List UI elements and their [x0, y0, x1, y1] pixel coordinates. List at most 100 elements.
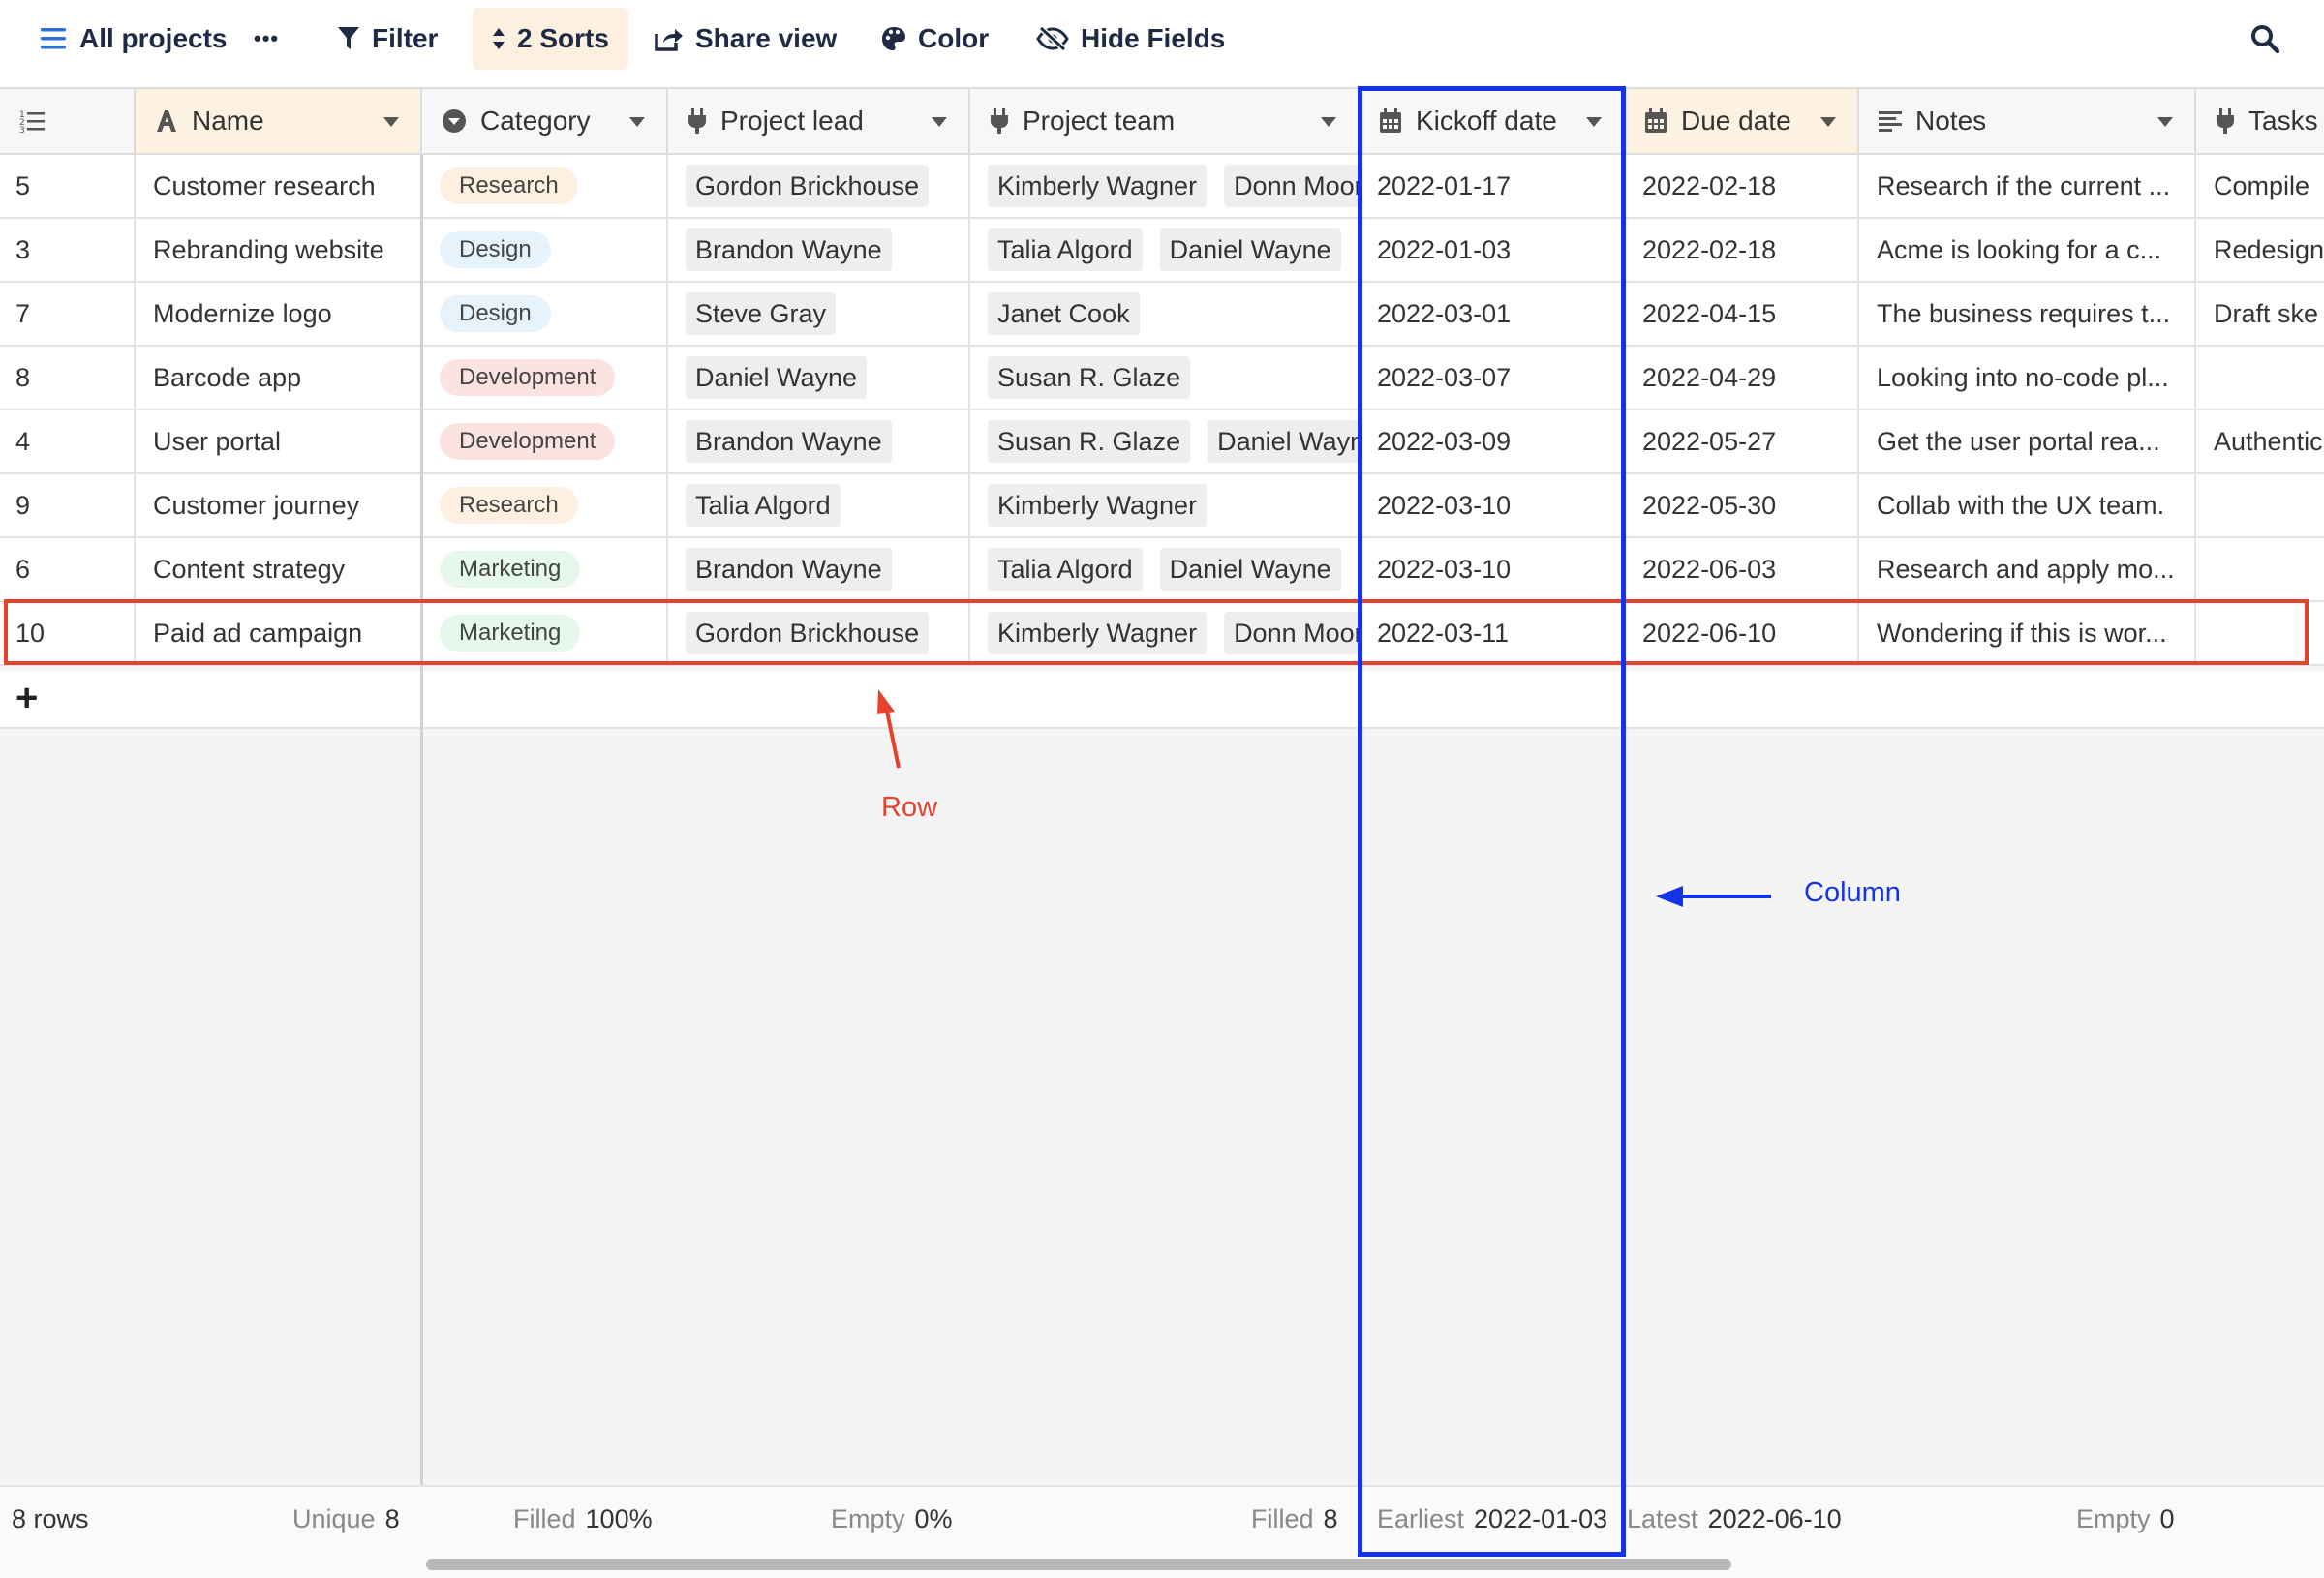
chevron-down-icon[interactable]	[1321, 117, 1336, 127]
column-header-name[interactable]: Name	[136, 89, 422, 153]
linked-record-chip[interactable]: Kimberly Wagner	[988, 484, 1208, 527]
linked-record-chip[interactable]: Susan R. Glaze	[988, 356, 1191, 399]
cell-notes[interactable]: Get the user portal rea...	[1859, 410, 2196, 472]
more-icon[interactable]: •••	[254, 8, 279, 70]
cell-lead[interactable]: Gordon Brickhouse	[668, 155, 970, 217]
linked-record-chip[interactable]: Brandon Wayne	[686, 228, 892, 271]
cell-name[interactable]: Customer journey	[136, 474, 422, 536]
summary-project-lead[interactable]: Empty 0%	[831, 1504, 953, 1534]
cell-due[interactable]: 2022-02-18	[1625, 155, 1859, 217]
cell-lead[interactable]: Talia Algord	[668, 474, 970, 536]
cell-notes[interactable]: Research if the current ...	[1859, 155, 2196, 217]
cell-category[interactable]: Research	[422, 155, 668, 217]
summary-category[interactable]: Filled 100%	[513, 1504, 653, 1534]
column-header-category[interactable]: Category	[422, 89, 668, 153]
share-view-button[interactable]: Share view	[655, 8, 837, 70]
column-header-due-date[interactable]: Due date	[1625, 89, 1859, 153]
cell-num[interactable]: 3	[0, 219, 136, 281]
cell-num[interactable]: 7	[0, 283, 136, 345]
linked-record-chip[interactable]: Brandon Wayne	[686, 548, 892, 591]
cell-tasks[interactable]: Compile	[2196, 155, 2324, 217]
chevron-down-icon[interactable]	[629, 117, 645, 127]
cell-team[interactable]: Kimberly Wagner	[970, 474, 1360, 536]
column-header-project-lead[interactable]: Project lead	[668, 89, 970, 153]
cell-due[interactable]: 2022-04-15	[1625, 283, 1859, 345]
cell-num[interactable]: 6	[0, 538, 136, 600]
color-button[interactable]: Color	[881, 8, 989, 70]
cell-name[interactable]: Content strategy	[136, 538, 422, 600]
cell-due[interactable]: 2022-02-18	[1625, 219, 1859, 281]
cell-category[interactable]: Marketing	[422, 538, 668, 600]
cell-notes[interactable]: Collab with the UX team.	[1859, 474, 2196, 536]
linked-record-chip[interactable]: Daniel Wayne	[1159, 548, 1341, 591]
table-row[interactable]: 7 Modernize logo Design Steve Gray Janet Coo…	[0, 283, 2324, 347]
table-row[interactable]: 4 User portal Development Brandon Wayne Susa…	[0, 410, 2324, 474]
cell-team[interactable]: Susan R. Glaze Daniel Wayne	[970, 410, 1360, 472]
cell-category[interactable]: Design	[422, 219, 668, 281]
summary-project-team[interactable]: Filled 8	[1251, 1504, 1338, 1534]
cell-due[interactable]: 2022-05-30	[1625, 474, 1859, 536]
cell-name[interactable]: Modernize logo	[136, 283, 422, 345]
cell-tasks[interactable]	[2196, 474, 2324, 536]
horizontal-scrollbar[interactable]	[426, 1559, 1731, 1570]
cell-team[interactable]: Kimberly Wagner Donn Moore	[970, 155, 1360, 217]
cell-category[interactable]: Design	[422, 283, 668, 345]
column-header-tasks[interactable]: Tasks	[2196, 89, 2324, 153]
column-header-project-team[interactable]: Project team	[970, 89, 1360, 153]
cell-tasks[interactable]	[2196, 538, 2324, 600]
cell-due[interactable]: 2022-06-03	[1625, 538, 1859, 600]
cell-name[interactable]: User portal	[136, 410, 422, 472]
linked-record-chip[interactable]: Susan R. Glaze	[988, 420, 1191, 463]
table-row[interactable]: 8 Barcode app Development Daniel Wayne Susan…	[0, 347, 2324, 410]
cell-notes[interactable]: Acme is looking for a c...	[1859, 219, 2196, 281]
cell-category[interactable]: Research	[422, 474, 668, 536]
frozen-column-divider[interactable]	[420, 155, 423, 1578]
chevron-down-icon[interactable]	[2157, 117, 2173, 127]
summary-notes[interactable]: Empty 0	[2076, 1504, 2175, 1534]
cell-lead[interactable]: Brandon Wayne	[668, 410, 970, 472]
cell-category[interactable]: Development	[422, 410, 668, 472]
linked-record-chip[interactable]: Daniel Wayne	[1208, 420, 1358, 463]
cell-num[interactable]: 4	[0, 410, 136, 472]
cell-name[interactable]: Barcode app	[136, 347, 422, 409]
cell-category[interactable]: Development	[422, 347, 668, 409]
table-row[interactable]: 6 Content strategy Marketing Brandon Wayne T…	[0, 538, 2324, 602]
cell-due[interactable]: 2022-05-27	[1625, 410, 1859, 472]
linked-record-chip[interactable]: Talia Algord	[988, 548, 1143, 591]
chevron-down-icon[interactable]	[1820, 117, 1836, 127]
cell-num[interactable]: 8	[0, 347, 136, 409]
cell-lead[interactable]: Brandon Wayne	[668, 538, 970, 600]
view-switcher[interactable]: All projects	[41, 8, 227, 70]
cell-notes[interactable]: The business requires t...	[1859, 283, 2196, 345]
cell-due[interactable]: 2022-04-29	[1625, 347, 1859, 409]
cell-num[interactable]: 5	[0, 155, 136, 217]
summary-name[interactable]: Unique 8	[292, 1504, 400, 1534]
cell-name[interactable]: Rebranding website	[136, 219, 422, 281]
linked-record-chip[interactable]: Janet Cook	[988, 292, 1140, 335]
linked-record-chip[interactable]: Daniel Wayne	[1159, 228, 1341, 271]
table-row[interactable]: 9 Customer journey Research Talia Algord Kim…	[0, 474, 2324, 538]
chevron-down-icon[interactable]	[383, 117, 399, 127]
linked-record-chip[interactable]: Brandon Wayne	[686, 420, 892, 463]
linked-record-chip[interactable]: Steve Gray	[686, 292, 837, 335]
plus-icon[interactable]: +	[15, 679, 45, 717]
chevron-down-icon[interactable]	[932, 117, 947, 127]
cell-notes[interactable]: Looking into no-code pl...	[1859, 347, 2196, 409]
filter-button[interactable]: Filter	[337, 8, 438, 70]
cell-tasks[interactable]: Redesign	[2196, 219, 2324, 281]
linked-record-chip[interactable]: Talia Algord	[988, 228, 1143, 271]
sorts-button[interactable]: 2 Sorts	[473, 8, 628, 70]
linked-record-chip[interactable]: Gordon Brickhouse	[686, 165, 930, 207]
cell-tasks[interactable]	[2196, 347, 2324, 409]
cell-lead[interactable]: Daniel Wayne	[668, 347, 970, 409]
summary-due-date[interactable]: Latest 2022-06-10	[1627, 1504, 1842, 1534]
linked-record-chip[interactable]: Donn Moore	[1224, 165, 1358, 207]
cell-tasks[interactable]: Draft ske	[2196, 283, 2324, 345]
row-number-header[interactable]: 1 2 3	[0, 89, 136, 153]
linked-record-chip[interactable]: Kimberly Wagner	[988, 165, 1208, 207]
column-header-notes[interactable]: Notes	[1859, 89, 2196, 153]
cell-team[interactable]: Janet Cook	[970, 283, 1360, 345]
table-row[interactable]: 5 Customer research Research Gordon Brickho…	[0, 155, 2324, 219]
cell-name[interactable]: Customer research	[136, 155, 422, 217]
cell-tasks[interactable]: Authentic	[2196, 410, 2324, 472]
